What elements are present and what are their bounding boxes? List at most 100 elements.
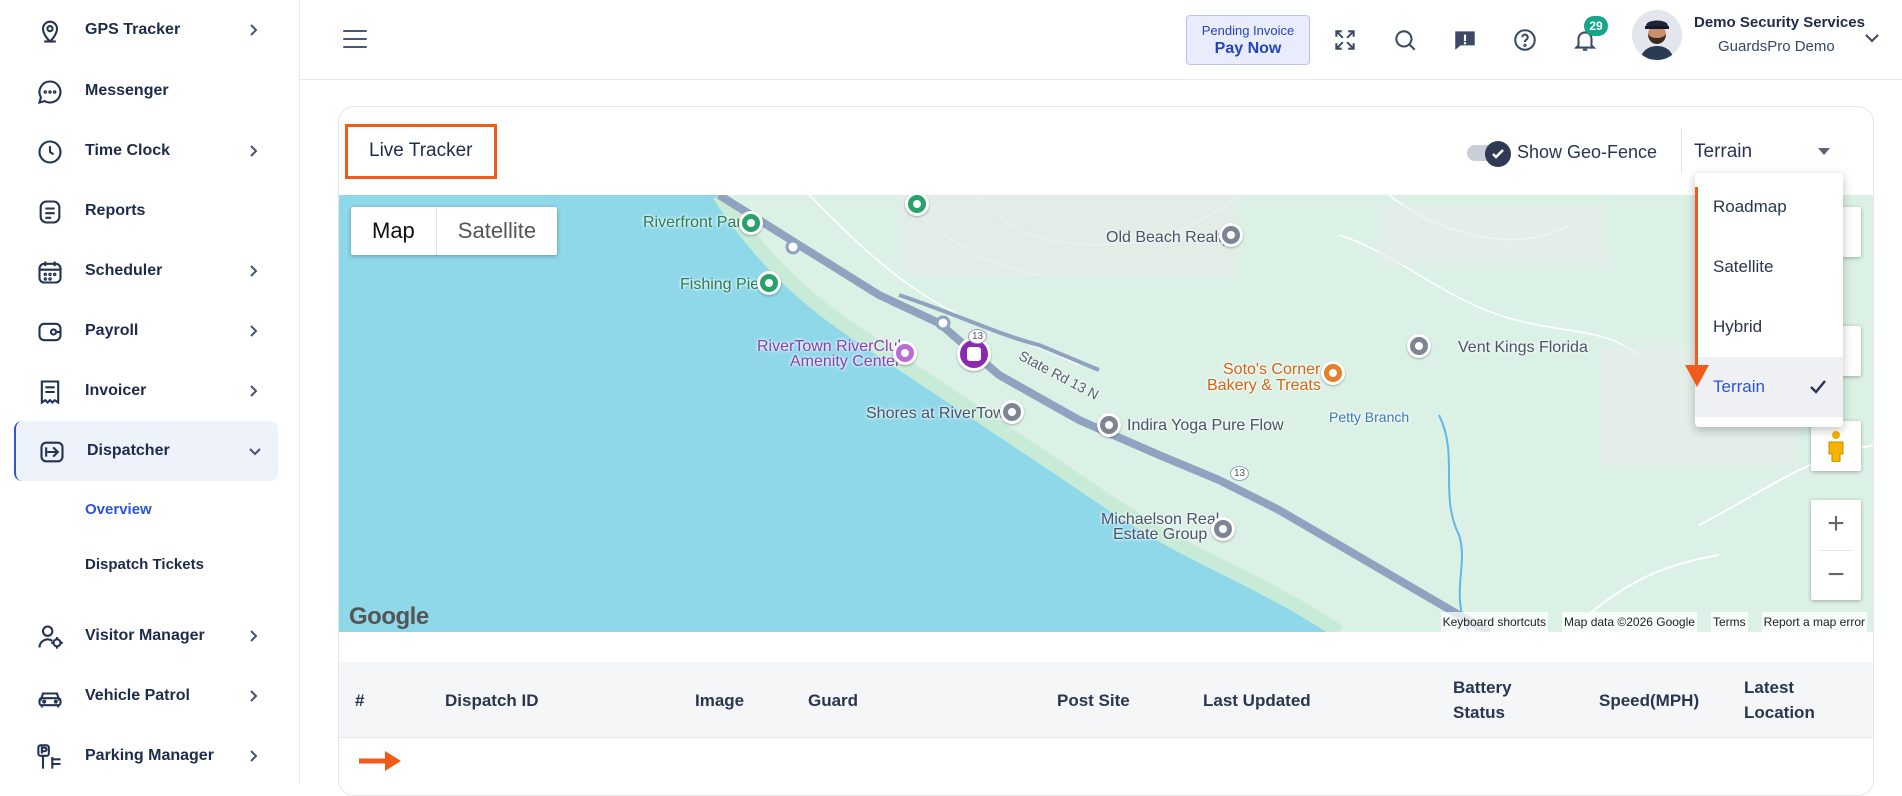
search-icon[interactable] bbox=[1390, 25, 1420, 55]
map-view[interactable]: Map Satellite Riverfront Park Fishing Pi… bbox=[339, 195, 1873, 632]
map-zoom-control: + − bbox=[1811, 500, 1861, 600]
sidebar-item-messenger[interactable]: Messenger bbox=[14, 61, 278, 121]
col-speed[interactable]: Speed(MPH) bbox=[1599, 688, 1699, 713]
sidebar-item-label: GPS Tracker bbox=[85, 21, 181, 38]
poi-michaelson-2[interactable]: Estate Group bbox=[1113, 526, 1207, 544]
chevron-down-icon[interactable] bbox=[1864, 30, 1880, 46]
sidebar-item-dispatcher[interactable]: Dispatcher bbox=[14, 421, 278, 481]
dispatch-icon bbox=[37, 437, 67, 467]
sidebar-item-gps-tracker[interactable]: GPS Tracker bbox=[14, 0, 278, 60]
place-pin-icon[interactable] bbox=[1407, 334, 1431, 358]
col-latest-location[interactable]: Latest Location bbox=[1744, 675, 1824, 725]
sidebar-item-label: Invoicer bbox=[85, 382, 147, 399]
poi-shores[interactable]: Shores at RiverTown bbox=[866, 405, 1014, 423]
place-pin-icon[interactable] bbox=[1000, 400, 1024, 424]
map-style-option-hybrid[interactable]: Hybrid bbox=[1695, 297, 1843, 357]
amenity-pin-icon[interactable] bbox=[893, 341, 917, 365]
sidebar-item-label: Vehicle Patrol bbox=[85, 687, 190, 704]
pending-invoice-button[interactable]: Pending Invoice Pay Now bbox=[1186, 15, 1310, 65]
receipt-icon bbox=[35, 377, 65, 407]
zoom-out-button[interactable]: − bbox=[1811, 551, 1861, 601]
location-pin-icon bbox=[35, 16, 65, 46]
col-last-updated[interactable]: Last Updated bbox=[1203, 688, 1311, 713]
col-dispatch-id[interactable]: Dispatch ID bbox=[445, 688, 539, 713]
sidebar-item-label: Reports bbox=[85, 202, 146, 219]
poi-indira[interactable]: Indira Yoga Pure Flow bbox=[1127, 417, 1284, 435]
poi-petty-branch: Petty Branch bbox=[1329, 409, 1410, 425]
park-pin-icon[interactable] bbox=[757, 271, 781, 295]
terms-link[interactable]: Terms bbox=[1710, 612, 1748, 632]
hamburger-menu-icon[interactable] bbox=[343, 30, 367, 50]
map-type-map-button[interactable]: Map bbox=[351, 207, 436, 255]
sidebar-item-invoicer[interactable]: Invoicer bbox=[14, 361, 278, 421]
dispatch-table-header: # Dispatch ID Image Guard Post Site Last… bbox=[339, 662, 1873, 738]
poi-soto-corner-2[interactable]: Bakery & Treats bbox=[1207, 377, 1321, 395]
col-post-site[interactable]: Post Site bbox=[1057, 688, 1130, 713]
visitor-icon bbox=[35, 622, 65, 652]
pending-invoice-label: Pending Invoice bbox=[1201, 23, 1295, 38]
car-icon bbox=[35, 682, 65, 712]
sidebar-item-reports[interactable]: Reports bbox=[14, 181, 278, 241]
pegman-icon[interactable] bbox=[1811, 421, 1861, 471]
col-guard[interactable]: Guard bbox=[808, 688, 858, 713]
chevron-right-icon bbox=[246, 689, 260, 703]
map-type-control: Map Satellite bbox=[351, 207, 558, 255]
feedback-icon[interactable] bbox=[1450, 25, 1480, 55]
sidebar: GPS Tracker Messenger Time Clock Reports… bbox=[0, 0, 300, 783]
zoom-in-button[interactable]: + bbox=[1811, 500, 1861, 550]
report-error-link[interactable]: Report a map error bbox=[1761, 612, 1867, 632]
poi-rivertown-club-2[interactable]: Amenity Center bbox=[790, 353, 900, 371]
map-type-satellite-button[interactable]: Satellite bbox=[437, 207, 557, 255]
parking-icon bbox=[35, 742, 65, 772]
fullscreen-icon[interactable] bbox=[1330, 25, 1360, 55]
notification-badge: 29 bbox=[1584, 16, 1608, 36]
chevron-right-icon bbox=[246, 144, 260, 158]
sidebar-subitem-dispatch-tickets[interactable]: Dispatch Tickets bbox=[85, 556, 204, 573]
map-style-dropdown: Roadmap Satellite Hybrid Terrain bbox=[1695, 173, 1843, 427]
option-label: Terrain bbox=[1713, 377, 1765, 396]
geofence-toggle[interactable] bbox=[1467, 141, 1511, 167]
park-pin-icon[interactable] bbox=[739, 211, 763, 235]
option-label: Hybrid bbox=[1713, 317, 1763, 336]
poi-old-beach[interactable]: Old Beach Realty bbox=[1106, 229, 1231, 247]
route-shield: 13 bbox=[968, 329, 988, 344]
option-label: Satellite bbox=[1713, 257, 1774, 276]
sidebar-subitem-overview[interactable]: Overview bbox=[85, 501, 152, 518]
poi-riverfront-park[interactable]: Riverfront Park bbox=[643, 214, 750, 232]
avatar[interactable] bbox=[1632, 10, 1682, 60]
sidebar-item-parking-manager[interactable]: Parking Manager bbox=[14, 726, 278, 786]
chevron-right-icon bbox=[246, 629, 260, 643]
sidebar-item-label: Payroll bbox=[85, 322, 139, 339]
place-pin-icon[interactable] bbox=[1219, 223, 1243, 247]
map-style-selected: Terrain bbox=[1694, 141, 1753, 162]
map-data-label: Map data ©2026 Google bbox=[1562, 612, 1697, 632]
sidebar-item-time-clock[interactable]: Time Clock bbox=[14, 121, 278, 181]
poi-fishing-pier[interactable]: Fishing Pier bbox=[680, 276, 764, 294]
chevron-right-icon bbox=[246, 384, 260, 398]
help-icon[interactable] bbox=[1510, 25, 1540, 55]
chevron-right-icon bbox=[246, 23, 260, 37]
sidebar-item-scheduler[interactable]: Scheduler bbox=[14, 241, 278, 301]
map-attribution: Keyboard shortcuts Map data ©2026 Google… bbox=[339, 612, 1873, 632]
col-battery-status[interactable]: Battery Status bbox=[1453, 675, 1533, 725]
sidebar-item-vehicle-patrol[interactable]: Vehicle Patrol bbox=[14, 666, 278, 726]
restaurant-pin-icon[interactable] bbox=[1321, 361, 1345, 385]
map-style-option-roadmap[interactable]: Roadmap bbox=[1695, 177, 1843, 237]
map-style-option-terrain[interactable]: Terrain bbox=[1695, 357, 1843, 417]
sidebar-item-label: Scheduler bbox=[85, 262, 163, 279]
chevron-right-icon bbox=[246, 264, 260, 278]
keyboard-shortcuts-link[interactable]: Keyboard shortcuts bbox=[1440, 612, 1549, 632]
place-pin-icon[interactable] bbox=[1097, 413, 1121, 437]
document-icon bbox=[35, 197, 65, 227]
place-pin-icon[interactable] bbox=[1211, 517, 1235, 541]
chevron-down-icon bbox=[248, 444, 262, 458]
sidebar-item-payroll[interactable]: Payroll bbox=[14, 301, 278, 361]
map-style-option-satellite[interactable]: Satellite bbox=[1695, 237, 1843, 297]
sidebar-item-label: Parking Manager bbox=[85, 747, 214, 764]
poi-vent-kings[interactable]: Vent Kings Florida bbox=[1458, 339, 1588, 357]
sidebar-item-label: Messenger bbox=[85, 82, 169, 99]
geofence-label: Show Geo-Fence bbox=[1517, 142, 1658, 162]
sidebar-item-visitor-manager[interactable]: Visitor Manager bbox=[14, 606, 278, 666]
annotation-arrow bbox=[1695, 187, 1698, 367]
map-style-select[interactable]: Terrain bbox=[1681, 129, 1841, 173]
